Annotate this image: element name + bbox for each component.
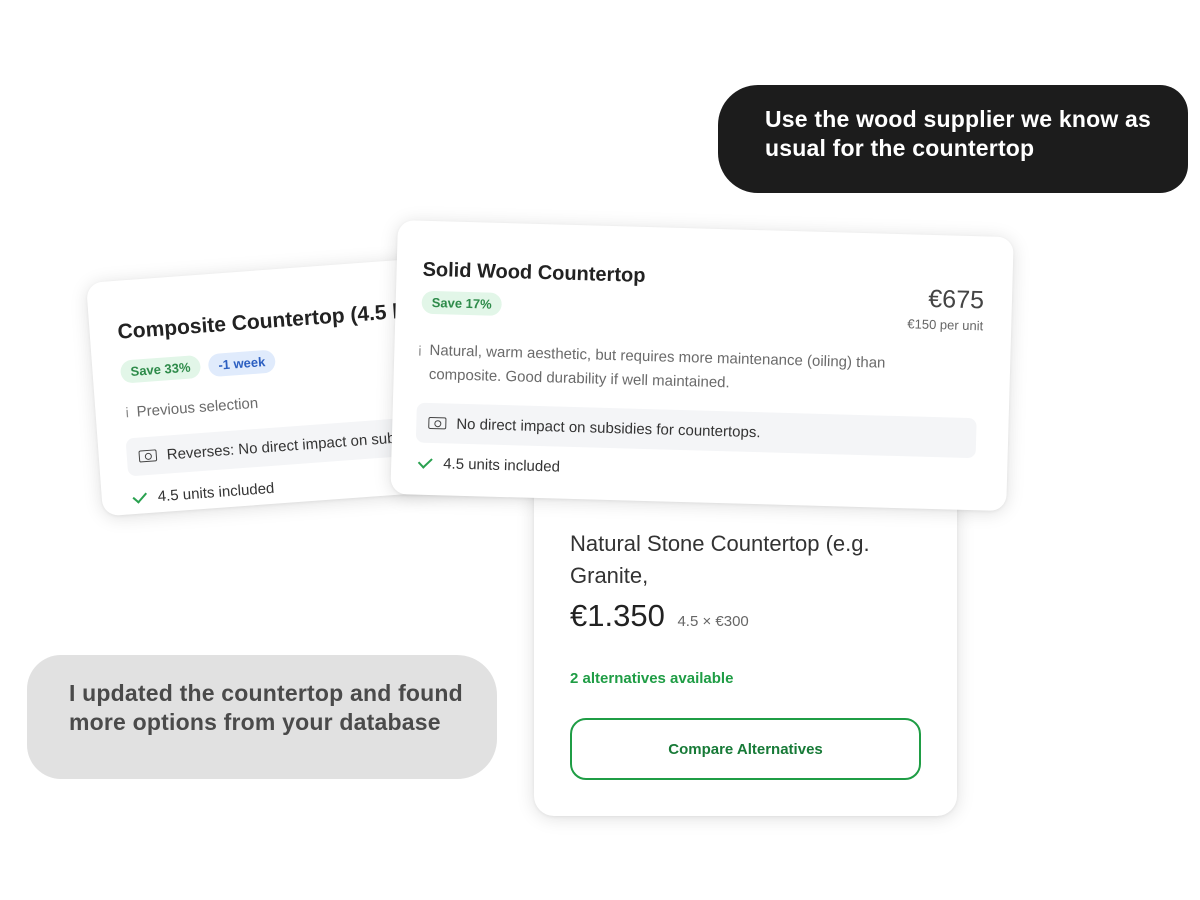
solid-wood-included: 4.5 units included — [417, 453, 561, 476]
solid-wood-included-text: 4.5 units included — [442, 455, 561, 476]
solid-wood-badges: Save 17% — [421, 290, 503, 316]
check-icon — [417, 453, 433, 469]
money-icon — [428, 416, 447, 430]
money-icon — [138, 449, 158, 463]
assistant-message-bubble: I updated the countertop and found more … — [27, 655, 497, 779]
natural-stone-price-detail: 4.5 × €300 — [677, 613, 749, 630]
composite-title: Composite Countertop (4.5 line — [116, 298, 430, 344]
natural-stone-title: Natural Stone Countertop (e.g. Granite, — [570, 531, 870, 588]
solid-wood-countertop-card[interactable]: Solid Wood Countertop Save 17% €675 €150… — [390, 220, 1014, 512]
check-icon — [132, 488, 147, 504]
savings-badge: Save 17% — [421, 290, 503, 316]
composite-included: 4.5 units included — [132, 479, 275, 507]
info-icon: i — [125, 404, 130, 421]
time-badge: -1 week — [207, 349, 277, 378]
assistant-message-text: I updated the countertop and found more … — [69, 680, 463, 735]
natural-stone-price: €1.350 — [570, 598, 665, 633]
alternatives-count: 2 alternatives available — [570, 670, 734, 687]
solid-wood-note-text: No direct impact on subsidies for counte… — [456, 415, 761, 441]
solid-wood-description-text: Natural, warm aesthetic, but requires mo… — [428, 341, 886, 392]
solid-wood-description: i Natural, warm aesthetic, but requires … — [417, 339, 938, 402]
solid-wood-price: €675 — [927, 284, 985, 315]
savings-badge: Save 33% — [119, 354, 202, 384]
composite-info-text: Previous selection — [136, 394, 259, 421]
solid-wood-unit-price: €150 per unit — [907, 316, 984, 334]
composite-included-text: 4.5 units included — [157, 479, 275, 506]
composite-badges: Save 33% -1 week — [119, 349, 277, 384]
chat-canvas: Use the wood supplier we know as usual f… — [0, 0, 1200, 900]
compare-alternatives-button[interactable]: Compare Alternatives — [570, 718, 921, 780]
solid-wood-note: No direct impact on subsidies for counte… — [415, 402, 977, 459]
natural-stone-price-row: €1.350 4.5 × €300 — [570, 598, 749, 634]
composite-info: i Previous selection — [125, 395, 259, 422]
info-icon: i — [418, 342, 422, 359]
natural-stone-card[interactable]: Natural Stone Countertop (e.g. Granite, … — [534, 470, 957, 816]
composite-note-text: Reverses: No direct impact on sub — [166, 429, 397, 464]
user-message-text: Use the wood supplier we know as usual f… — [765, 106, 1151, 161]
solid-wood-title: Solid Wood Countertop — [422, 258, 646, 287]
user-message-bubble: Use the wood supplier we know as usual f… — [718, 85, 1188, 193]
